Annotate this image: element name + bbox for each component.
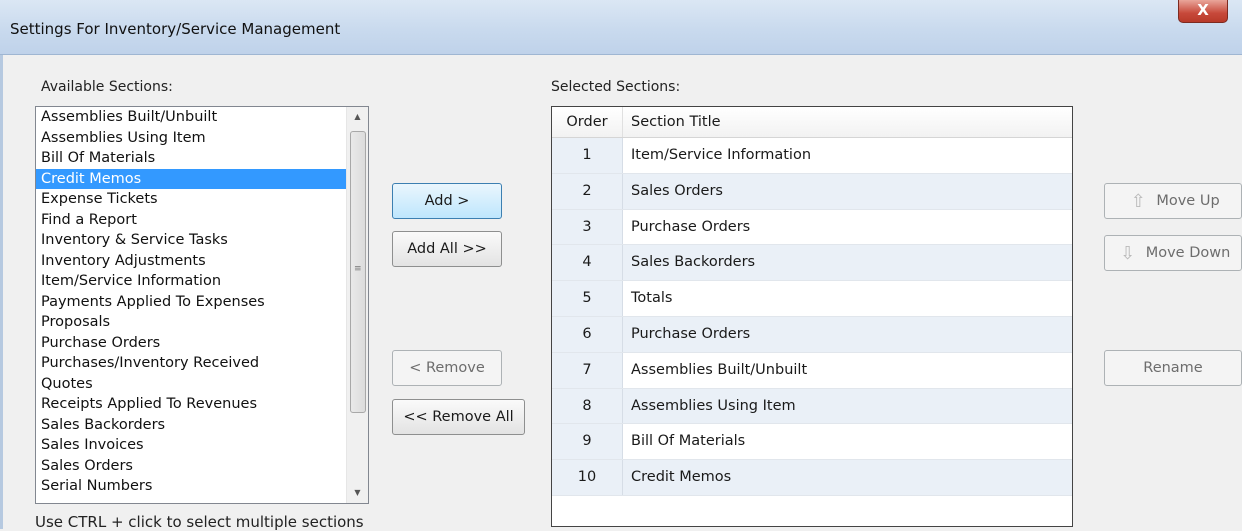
- section-title-cell: Purchase Orders: [623, 209, 1072, 245]
- add-button[interactable]: Add >: [392, 183, 502, 219]
- order-cell: 9: [552, 424, 623, 460]
- list-item[interactable]: Expense Tickets: [36, 189, 346, 210]
- remove-all-button-label: << Remove All: [403, 409, 514, 425]
- table-row[interactable]: 3 Purchase Orders: [552, 209, 1072, 246]
- order-cell: 7: [552, 352, 623, 388]
- table-row[interactable]: 8 Assemblies Using Item: [552, 388, 1072, 425]
- move-up-button-label: Move Up: [1156, 193, 1220, 209]
- scroll-down-icon[interactable]: ▼: [347, 483, 368, 503]
- grip-icon: ≡: [354, 264, 362, 274]
- move-up-button[interactable]: ⇧ Move Up: [1104, 183, 1242, 219]
- list-item[interactable]: Serial Numbers: [36, 476, 346, 497]
- arrow-up-icon: ⇧: [1130, 190, 1146, 212]
- list-item[interactable]: Sales Invoices: [36, 435, 346, 456]
- available-sections-label: Available Sections:: [41, 79, 173, 95]
- table-row[interactable]: 4 Sales Backorders: [552, 245, 1072, 282]
- order-cell: 5: [552, 281, 623, 316]
- selected-sections-grid[interactable]: Order Section Title 1 Item/Service Inform…: [551, 106, 1073, 527]
- table-row[interactable]: 6 Purchase Orders: [552, 316, 1072, 353]
- list-item[interactable]: Sales Orders: [36, 456, 346, 477]
- table-row[interactable]: 10 Credit Memos: [552, 460, 1072, 496]
- section-title-cell: Credit Memos: [623, 460, 1072, 495]
- section-title-cell: Item/Service Information: [623, 138, 1072, 173]
- order-cell: 2: [552, 173, 623, 209]
- section-title-cell: Assemblies Using Item: [623, 388, 1072, 424]
- grid-header: Order Section Title: [552, 107, 1072, 138]
- table-row[interactable]: 2 Sales Orders: [552, 173, 1072, 210]
- add-all-button-label: Add All >>: [407, 241, 487, 257]
- list-item[interactable]: Assemblies Using Item: [36, 128, 346, 149]
- rename-button[interactable]: Rename: [1104, 350, 1242, 386]
- dialog-body: Available Sections: Assemblies Built/Unb…: [0, 55, 1242, 531]
- add-all-button[interactable]: Add All >>: [392, 231, 502, 267]
- section-title-cell: Assemblies Built/Unbuilt: [623, 352, 1072, 388]
- table-row[interactable]: 1 Item/Service Information: [552, 138, 1072, 174]
- section-title-cell: Bill Of Materials: [623, 424, 1072, 460]
- remove-button[interactable]: < Remove: [392, 350, 502, 386]
- order-cell: 8: [552, 388, 623, 424]
- scroll-thumb[interactable]: ≡: [350, 131, 366, 413]
- list-item[interactable]: Inventory Adjustments: [36, 251, 346, 272]
- order-cell: 6: [552, 316, 623, 352]
- column-header-order[interactable]: Order: [552, 107, 623, 137]
- list-item[interactable]: Proposals: [36, 312, 346, 333]
- list-item[interactable]: Receipts Applied To Revenues: [36, 394, 346, 415]
- list-item[interactable]: Credit Memos: [36, 168, 346, 189]
- order-cell: 4: [552, 245, 623, 281]
- move-down-button[interactable]: ⇩ Move Down: [1104, 235, 1242, 271]
- list-item[interactable]: Purchases/Inventory Received: [36, 353, 346, 374]
- list-item[interactable]: Assemblies Built/Unbuilt: [36, 107, 346, 128]
- table-row[interactable]: 7 Assemblies Built/Unbuilt: [552, 352, 1072, 389]
- arrow-down-icon: ⇩: [1120, 242, 1136, 264]
- selected-sections-label: Selected Sections:: [551, 79, 681, 95]
- order-cell: 1: [552, 138, 623, 173]
- grid-rows-container: 1 Item/Service Information 2 Sales Orders 3 P…: [552, 138, 1072, 496]
- move-down-button-label: Move Down: [1145, 245, 1231, 261]
- window-title: Settings For Inventory/Service Managemen…: [10, 20, 341, 38]
- available-sections-list[interactable]: Assemblies Built/Unbuilt Assemblies Using…: [35, 106, 369, 504]
- scroll-up-icon[interactable]: ▲: [347, 107, 368, 127]
- order-cell: 3: [552, 209, 623, 245]
- list-item[interactable]: Item/Service Information: [36, 271, 346, 292]
- list-item[interactable]: Quotes: [36, 374, 346, 395]
- multi-select-hint: Use CTRL + click to select multiple sect…: [35, 513, 364, 531]
- close-icon: X: [1197, 1, 1209, 19]
- list-item[interactable]: Purchase Orders: [36, 333, 346, 354]
- section-title-cell: Sales Orders: [623, 173, 1072, 209]
- section-title-cell: Totals: [623, 281, 1072, 316]
- table-row[interactable]: 9 Bill Of Materials: [552, 424, 1072, 461]
- title-bar: Settings For Inventory/Service Managemen…: [0, 0, 1242, 55]
- order-cell: 10: [552, 460, 623, 495]
- section-title-cell: Sales Backorders: [623, 245, 1072, 281]
- close-button[interactable]: X: [1178, 0, 1228, 23]
- available-items-container: Assemblies Built/Unbuilt Assemblies Using…: [36, 107, 346, 497]
- section-title-cell: Purchase Orders: [623, 316, 1072, 352]
- list-item[interactable]: Payments Applied To Expenses: [36, 292, 346, 313]
- list-scrollbar[interactable]: ▲ ≡ ▼: [346, 107, 368, 503]
- list-item[interactable]: Inventory & Service Tasks: [36, 230, 346, 251]
- add-button-label: Add >: [424, 193, 470, 209]
- remove-all-button[interactable]: << Remove All: [392, 399, 525, 435]
- list-item[interactable]: Sales Backorders: [36, 415, 346, 436]
- remove-button-label: < Remove: [409, 360, 485, 376]
- table-row[interactable]: 5 Totals: [552, 281, 1072, 317]
- list-item[interactable]: Bill Of Materials: [36, 148, 346, 169]
- column-header-section-title[interactable]: Section Title: [623, 107, 1072, 137]
- list-item[interactable]: Find a Report: [36, 210, 346, 231]
- rename-button-label: Rename: [1143, 360, 1203, 376]
